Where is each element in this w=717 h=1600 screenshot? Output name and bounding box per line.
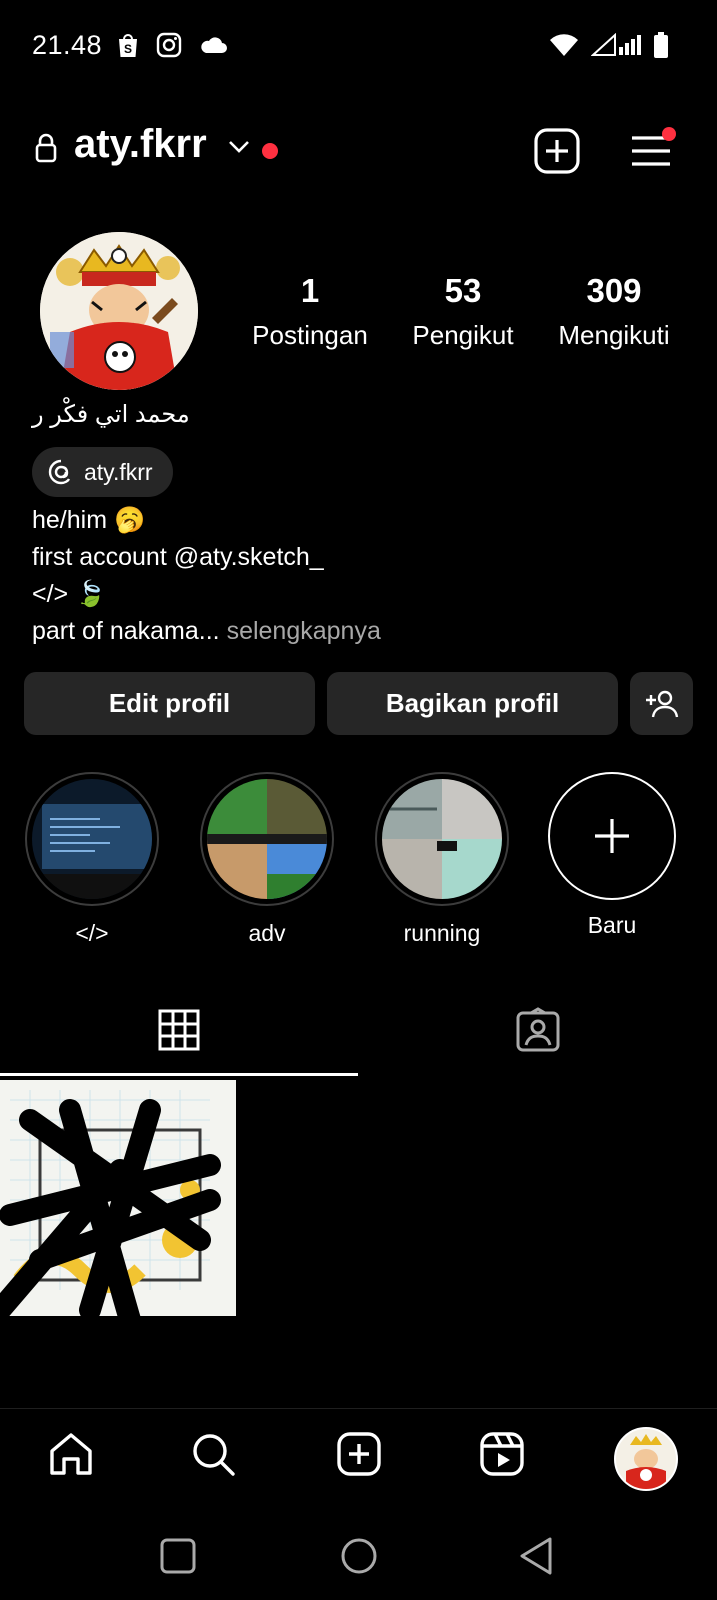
threads-badge[interactable]: aty.fkrr xyxy=(32,447,173,497)
tab-tagged[interactable] xyxy=(358,985,717,1075)
add-person-icon xyxy=(645,690,678,717)
highlight-adv[interactable]: adv xyxy=(197,772,337,947)
lock-icon xyxy=(35,133,57,163)
new-post-icon[interactable] xyxy=(534,128,580,174)
stat-followers[interactable]: 53 Pengikut xyxy=(393,272,533,351)
highlight-cover xyxy=(382,779,502,899)
highlight-cover-image xyxy=(32,779,152,899)
bio-line-last: part of nakama... selengkapnya xyxy=(32,613,381,650)
edit-profile-button[interactable]: Edit profil xyxy=(24,672,315,735)
highlight-running[interactable]: running xyxy=(372,772,512,947)
wifi-icon xyxy=(550,34,578,56)
shopee-bag-icon: S xyxy=(119,34,137,57)
stat-following[interactable]: 309 Mengikuti xyxy=(544,272,684,351)
status-right-icons xyxy=(549,32,669,58)
highlight-cover xyxy=(207,779,327,899)
bio-line: first account @aty.sketch_ xyxy=(32,543,324,571)
stat-posts[interactable]: 1 Postingan xyxy=(240,272,380,351)
share-profile-button[interactable]: Bagikan profil xyxy=(327,672,618,735)
profile-full-name: محمد اتي فكْر ر xyxy=(32,401,190,428)
plus-icon xyxy=(595,819,629,853)
home-circle-icon[interactable] xyxy=(340,1537,378,1575)
chevron-down-icon[interactable] xyxy=(228,140,250,154)
stat-value: 53 xyxy=(444,272,482,309)
profile-bio: he/him 🥱 first account @aty.sketch_ </> … xyxy=(32,502,381,650)
status-left-icons: S xyxy=(116,32,228,58)
nav-avatar-image xyxy=(626,1434,666,1489)
bio-line: part of nakama... xyxy=(32,617,220,645)
cloud-icon xyxy=(201,37,227,53)
home-icon[interactable] xyxy=(48,1431,94,1477)
post-thumbnail[interactable] xyxy=(0,1080,236,1316)
discover-people-button[interactable] xyxy=(630,672,693,735)
stat-label: Mengikuti xyxy=(558,320,670,350)
stat-value: 1 xyxy=(300,272,320,309)
svg-text:S: S xyxy=(124,42,132,56)
highlight-label: running xyxy=(403,920,481,946)
highlight-label: adv xyxy=(248,920,286,946)
bio-line: </> 🍃 xyxy=(32,580,107,608)
status-time: 21.48 xyxy=(32,30,103,60)
profile-avatar[interactable] xyxy=(614,1427,678,1491)
highlight-label: </> xyxy=(75,920,109,946)
instagram-icon xyxy=(156,32,182,58)
battery-icon xyxy=(654,32,668,58)
stat-label: Pengikut xyxy=(412,320,514,350)
post-image xyxy=(0,1080,236,1316)
highlight-label: Baru xyxy=(587,912,637,938)
reels-icon[interactable] xyxy=(479,1431,525,1477)
bottom-navigation xyxy=(0,1408,717,1519)
menu-notification-dot xyxy=(662,127,676,141)
see-more-link[interactable]: selengkapnya xyxy=(227,617,381,645)
system-navigation xyxy=(0,1518,717,1600)
search-icon[interactable] xyxy=(190,1431,236,1477)
back-icon[interactable] xyxy=(518,1536,554,1576)
highlight-ring xyxy=(375,772,509,906)
highlight-ring xyxy=(25,772,159,906)
notification-dot xyxy=(262,143,278,159)
tagged-icon xyxy=(516,1007,560,1052)
stat-label: Postingan xyxy=(252,320,368,350)
profile-username[interactable]: aty.fkrr xyxy=(74,122,207,167)
bio-line: he/him 🥱 xyxy=(32,506,146,534)
highlight-ring xyxy=(200,772,334,906)
profile-avatar[interactable] xyxy=(40,232,198,390)
avatar-illustration xyxy=(40,232,198,390)
tab-active-indicator xyxy=(0,1073,358,1076)
signal-icon xyxy=(591,33,641,56)
threads-handle: aty.fkrr xyxy=(84,458,153,485)
stat-value: 309 xyxy=(586,272,642,309)
highlight-cover-image xyxy=(207,779,327,899)
highlight-cover xyxy=(32,779,152,899)
grid-icon xyxy=(158,1009,200,1051)
recents-icon[interactable] xyxy=(160,1538,196,1574)
highlight-code[interactable]: </> xyxy=(22,772,162,947)
threads-icon xyxy=(48,459,71,485)
tab-posts-grid[interactable] xyxy=(0,985,358,1075)
highlight-cover-image xyxy=(382,779,502,899)
highlight-ring xyxy=(548,772,676,900)
highlight-new[interactable]: Baru xyxy=(542,772,682,939)
create-icon[interactable] xyxy=(336,1431,382,1477)
